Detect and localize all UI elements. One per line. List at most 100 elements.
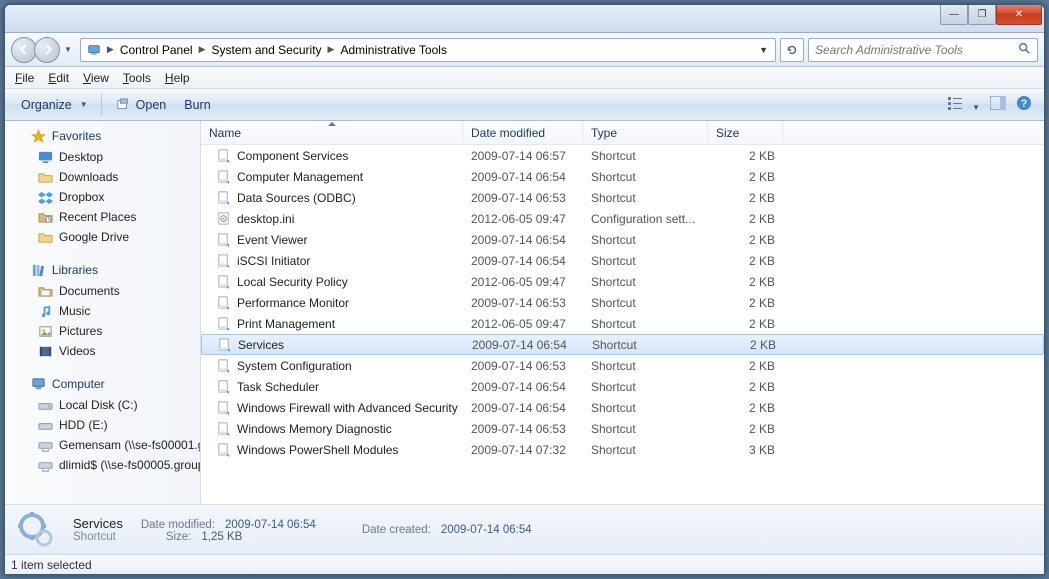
details-modified-label: Date modified: [135,519,215,531]
menu-edit[interactable]: Edit [42,69,75,87]
address-bar[interactable]: ▶ Control Panel ▶ System and Security ▶ … [80,38,776,62]
close-icon: ✕ [1015,9,1023,20]
menu-help[interactable]: Help [159,69,196,87]
column-name[interactable]: Name [201,121,463,144]
file-row[interactable]: Windows Firewall with Advanced Security2… [201,397,1044,418]
file-row[interactable]: Data Sources (ODBC)2009-07-14 06:53Short… [201,187,1044,208]
file-size: 2 KB [708,212,783,226]
file-row[interactable]: Computer Management2009-07-14 06:54Short… [201,166,1044,187]
drive-icon [37,397,53,413]
file-date: 2009-07-14 06:53 [463,191,583,205]
network-drive-icon [37,457,53,473]
view-mode-button[interactable]: ▼ [948,96,980,113]
file-date: 2009-07-14 06:54 [464,338,584,352]
file-icon [215,169,231,185]
refresh-button[interactable] [780,38,804,62]
file-size: 3 KB [708,443,783,457]
chevron-right-icon[interactable]: ▶ [105,44,116,55]
file-row[interactable]: Print Management2012-06-05 09:47Shortcut… [201,313,1044,334]
sidebar-item-desktop[interactable]: Desktop [5,147,200,167]
file-row[interactable]: Task Scheduler2009-07-14 06:54Shortcut2 … [201,376,1044,397]
breadcrumb-segment[interactable]: Control Panel [116,43,197,57]
content-area: ▷ Favorites Desktop Downloads Dropbox [5,121,1044,504]
file-icon [215,379,231,395]
file-row[interactable]: Event Viewer2009-07-14 06:54Shortcut2 KB [201,229,1044,250]
view-controls: ▼ ? [948,95,1036,114]
file-row[interactable]: System Configuration2009-07-14 06:53Shor… [201,355,1044,376]
sidebar-item-googledrive[interactable]: Google Drive [5,227,200,247]
separator [101,94,102,116]
file-row[interactable]: Windows Memory Diagnostic2009-07-14 06:5… [201,418,1044,439]
chevron-right-icon[interactable]: ▶ [197,44,208,55]
sidebar-item-dropbox[interactable]: Dropbox [5,187,200,207]
file-name: Performance Monitor [237,296,349,310]
file-row[interactable]: iSCSI Initiator2009-07-14 06:54Shortcut2… [201,250,1044,271]
organize-button[interactable]: Organize ▼ [13,94,96,116]
file-name: Print Management [237,317,335,331]
file-row[interactable]: Performance Monitor2009-07-14 06:53Short… [201,292,1044,313]
view-icon [948,96,966,110]
sidebar-item-drive-h[interactable]: dlimid$ (\\se-fs00005.groupinfra.com) (H… [5,455,200,475]
sidebar-item-drive-e[interactable]: HDD (E:) [5,415,200,435]
file-date: 2012-06-05 09:47 [463,317,583,331]
sidebar-head-libraries[interactable]: ▷ Libraries [5,259,200,281]
file-date: 2009-07-14 06:54 [463,233,583,247]
sidebar-item-recent[interactable]: Recent Places [5,207,200,227]
file-type: Shortcut [583,149,708,163]
svg-text:?: ? [1021,98,1028,110]
file-name: Event Viewer [237,233,307,247]
file-date: 2009-07-14 06:53 [463,422,583,436]
sidebar-item-downloads[interactable]: Downloads [5,167,200,187]
navbar: ▼ ▶ Control Panel ▶ System and Security … [5,33,1044,67]
file-date: 2009-07-14 06:54 [463,380,583,394]
help-button[interactable]: ? [1016,95,1032,114]
maximize-button[interactable]: ❐ [968,5,996,25]
burn-button[interactable]: Burn [176,94,218,116]
sidebar-item-pictures[interactable]: Pictures [5,321,200,341]
details-modified: 2009-07-14 06:54 [221,519,316,531]
menu-file[interactable]: File [9,69,40,87]
file-row[interactable]: desktop.ini2012-06-05 09:47Configuration… [201,208,1044,229]
file-type: Shortcut [583,380,708,394]
desktop-icon [37,149,53,165]
file-type: Shortcut [583,233,708,247]
libraries-icon [31,262,47,278]
history-dropdown[interactable]: ▼ [60,45,76,54]
file-list[interactable]: Component Services2009-07-14 06:57Shortc… [201,145,1044,504]
file-row[interactable]: Component Services2009-07-14 06:57Shortc… [201,145,1044,166]
breadcrumb-segment[interactable]: System and Security [207,43,325,57]
open-button[interactable]: Open [107,93,175,117]
address-dropdown[interactable]: ▼ [754,45,773,55]
file-row[interactable]: Windows PowerShell Modules2009-07-14 07:… [201,439,1044,460]
recent-icon [37,209,53,225]
file-row[interactable]: Services2009-07-14 06:54Shortcut2 KB [201,334,1044,355]
chevron-right-icon[interactable]: ▶ [326,44,337,55]
sidebar-head-favorites[interactable]: ▷ Favorites [5,125,200,147]
breadcrumb-segment[interactable]: Administrative Tools [336,43,451,57]
sidebar-item-documents[interactable]: Documents [5,281,200,301]
forward-button[interactable] [34,37,60,63]
search-input[interactable]: Search Administrative Tools [808,38,1038,62]
sidebar-resize-handle[interactable] [198,121,201,504]
column-size[interactable]: Size [708,121,783,144]
open-icon [115,97,131,113]
sidebar-head-computer[interactable]: ▷ Computer [5,373,200,395]
sidebar-item-drive-g[interactable]: Gemensam (\\se-fs00001.groupinfra.com) (… [5,435,200,455]
file-type: Shortcut [583,443,708,457]
burn-label: Burn [184,98,210,112]
preview-pane-button[interactable] [990,96,1006,113]
sidebar-item-videos[interactable]: Videos [5,341,200,361]
file-date: 2012-06-05 09:47 [463,212,583,226]
sidebar-item-drive-c[interactable]: Local Disk (C:) [5,395,200,415]
maximize-icon: ❐ [978,9,987,20]
menu-view[interactable]: View [77,69,115,87]
minimize-button[interactable]: — [940,5,968,25]
file-size: 2 KB [708,275,783,289]
file-row[interactable]: Local Security Policy2012-06-05 09:47Sho… [201,271,1044,292]
column-date[interactable]: Date modified [463,121,583,144]
details-pane: Services Date modified: 2009-07-14 06:54… [5,504,1044,554]
column-type[interactable]: Type [583,121,708,144]
menu-tools[interactable]: Tools [117,69,157,87]
sidebar-item-music[interactable]: Music [5,301,200,321]
close-button[interactable]: ✕ [996,5,1042,25]
